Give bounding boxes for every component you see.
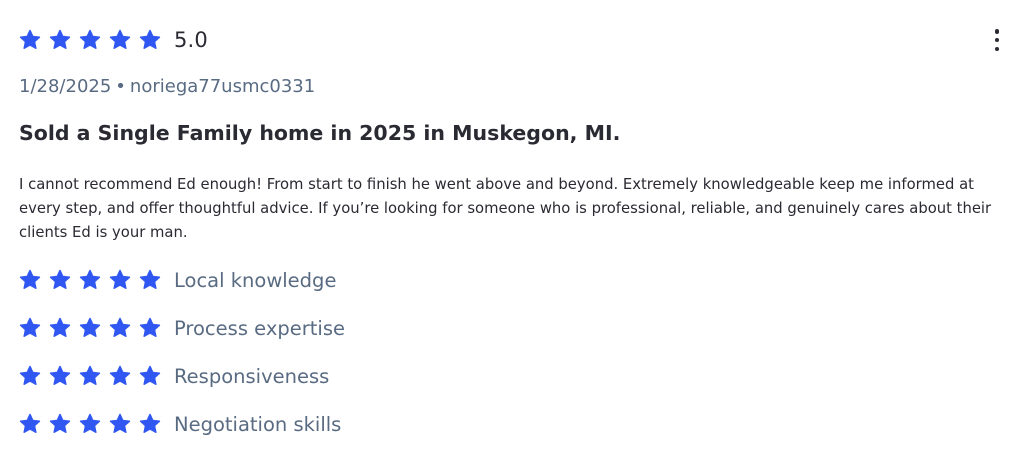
star-icon xyxy=(139,365,161,387)
category-rating-local-knowledge: Local knowledge xyxy=(19,266,345,294)
star-icon xyxy=(109,269,131,291)
star-icon xyxy=(79,413,101,435)
more-options-button[interactable] xyxy=(991,29,1003,51)
overall-rating: 5.0 xyxy=(19,26,208,54)
category-label: Negotiation skills xyxy=(174,412,342,436)
star-icon xyxy=(49,365,71,387)
category-rating-negotiation-skills: Negotiation skills xyxy=(19,410,345,438)
star-icon xyxy=(109,317,131,339)
star-icon xyxy=(79,317,101,339)
reviewer-username: noriega77usmc0331 xyxy=(129,76,316,97)
category-stars xyxy=(19,413,169,435)
category-rating-responsiveness: Responsiveness xyxy=(19,362,345,390)
star-icon xyxy=(19,365,41,387)
star-icon xyxy=(139,29,161,51)
category-label: Process expertise xyxy=(174,316,345,340)
category-stars xyxy=(19,365,169,387)
star-icon xyxy=(109,29,131,51)
star-icon xyxy=(109,413,131,435)
review-card: 5.0 1/28/2025 • noriega77usmc0331 Sold a S… xyxy=(19,0,1000,467)
star-icon xyxy=(19,317,41,339)
star-icon xyxy=(19,269,41,291)
category-label: Local knowledge xyxy=(174,268,337,292)
overall-score: 5.0 xyxy=(174,28,208,52)
star-icon xyxy=(49,317,71,339)
category-stars xyxy=(19,317,169,339)
category-ratings: Local knowledge Process expertise Respon… xyxy=(19,266,345,458)
star-icon xyxy=(79,29,101,51)
overall-stars xyxy=(19,29,169,51)
star-icon xyxy=(139,413,161,435)
star-icon xyxy=(19,413,41,435)
star-icon xyxy=(139,317,161,339)
star-icon xyxy=(49,269,71,291)
review-body: I cannot recommend Ed enough! From start… xyxy=(19,176,992,241)
more-vertical-icon xyxy=(994,29,1000,34)
review-date: 1/28/2025 xyxy=(19,76,112,97)
star-icon xyxy=(109,365,131,387)
category-rating-process-expertise: Process expertise xyxy=(19,314,345,342)
star-icon xyxy=(79,365,101,387)
category-stars xyxy=(19,269,169,291)
star-icon xyxy=(139,269,161,291)
star-icon xyxy=(19,29,41,51)
review-meta: 1/28/2025 • noriega77usmc0331 xyxy=(19,76,315,97)
category-label: Responsiveness xyxy=(174,364,330,388)
star-icon xyxy=(79,269,101,291)
review-title: Sold a Single Family home in 2025 in Mus… xyxy=(19,121,621,145)
star-icon xyxy=(49,413,71,435)
meta-separator: • xyxy=(115,76,126,97)
star-icon xyxy=(49,29,71,51)
